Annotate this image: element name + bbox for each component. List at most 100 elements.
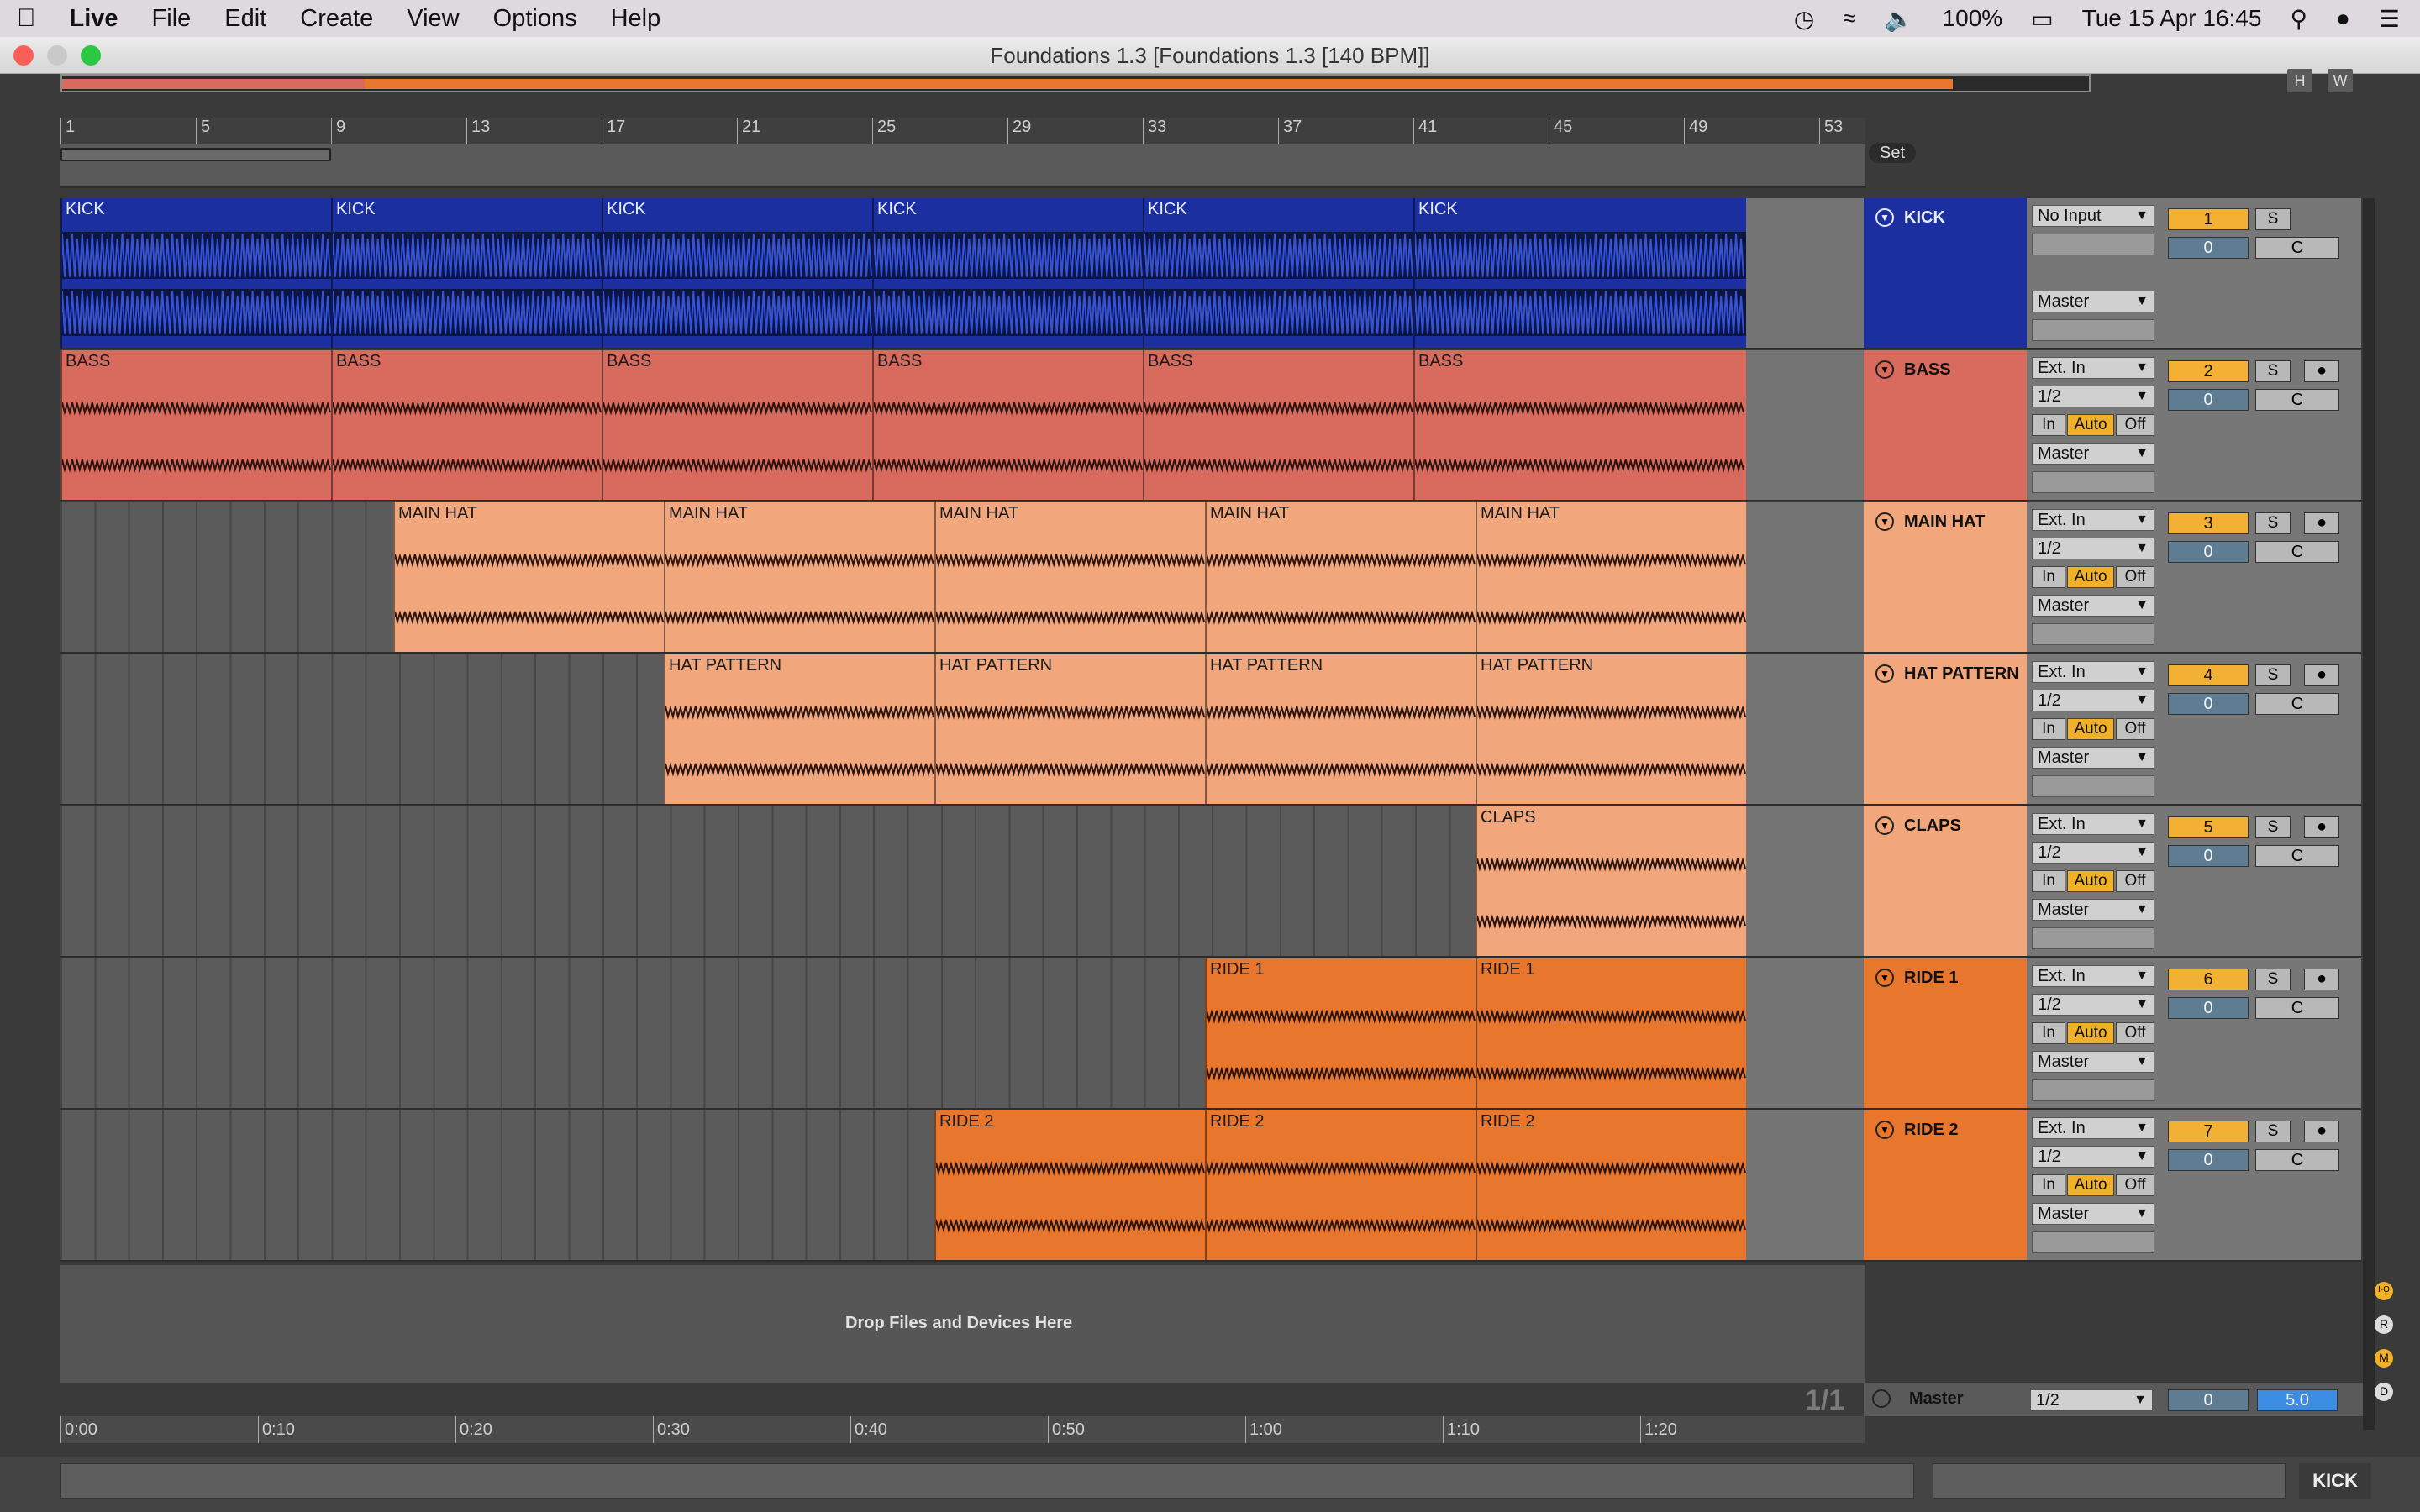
- audio-clip[interactable]: BASS: [1413, 350, 1746, 500]
- monitor-auto-button[interactable]: Auto: [2067, 414, 2114, 436]
- volume-icon[interactable]: 🔈: [1885, 5, 1914, 33]
- input-type-select[interactable]: Ext. In ▼: [2032, 1117, 2154, 1139]
- mixer-toggle-button[interactable]: M: [2375, 1349, 2393, 1368]
- input-channel-select[interactable]: 1/2 ▼: [2032, 842, 2154, 864]
- output-channel-select[interactable]: [2032, 927, 2154, 949]
- solo-button[interactable]: S: [2255, 512, 2291, 534]
- h-button[interactable]: H: [2287, 69, 2312, 92]
- output-select[interactable]: Master ▼: [2032, 1051, 2154, 1073]
- audio-clip[interactable]: MAIN HAT: [1205, 502, 1476, 652]
- monitor-off-button[interactable]: Off: [2116, 414, 2154, 436]
- track-header[interactable]: ▼ RIDE 1: [1864, 958, 2027, 1110]
- record-arm-icon[interactable]: ●: [2304, 360, 2339, 382]
- output-channel-select[interactable]: [2032, 1079, 2154, 1101]
- track-lane[interactable]: RIDE 1 RIDE 1: [60, 958, 1926, 1110]
- pan-field[interactable]: C: [2255, 541, 2339, 563]
- track-header[interactable]: ▼ RIDE 2: [1864, 1110, 2027, 1262]
- returns-toggle-button[interactable]: R: [2375, 1315, 2393, 1334]
- input-channel-select[interactable]: [2032, 234, 2154, 255]
- track-name[interactable]: KICK: [1904, 208, 1945, 228]
- record-arm-icon[interactable]: ●: [2304, 664, 2339, 686]
- track-activator-button[interactable]: 4: [2168, 664, 2249, 686]
- track-name[interactable]: HAT PATTERN: [1904, 664, 2019, 684]
- pan-field[interactable]: C: [2255, 1149, 2339, 1171]
- audio-clip[interactable]: KICK: [602, 198, 872, 348]
- monitor-in-button[interactable]: In: [2032, 1174, 2065, 1196]
- solo-button[interactable]: S: [2255, 664, 2291, 686]
- fold-icon[interactable]: ▼: [1876, 512, 1894, 531]
- track-activator-button[interactable]: 5: [2168, 816, 2249, 838]
- time-machine-icon[interactable]: ◷: [1794, 5, 1814, 33]
- audio-clip[interactable]: RIDE 1: [1205, 958, 1476, 1108]
- set-button[interactable]: Set: [1869, 143, 1916, 163]
- audio-clip[interactable]: MAIN HAT: [664, 502, 934, 652]
- output-select[interactable]: Master ▼: [2032, 595, 2154, 617]
- monitor-in-button[interactable]: In: [2032, 870, 2065, 892]
- output-select[interactable]: Master ▼: [2032, 899, 2154, 921]
- volume-field[interactable]: 0: [2168, 845, 2249, 867]
- track-header[interactable]: ▼ HAT PATTERN: [1864, 654, 2027, 806]
- record-arm-icon[interactable]: ●: [2304, 816, 2339, 838]
- monitor-off-button[interactable]: Off: [2116, 1174, 2154, 1196]
- master-cue-volume[interactable]: 5.0: [2257, 1389, 2338, 1411]
- audio-clip[interactable]: HAT PATTERN: [1205, 654, 1476, 804]
- audio-clip[interactable]: HAT PATTERN: [664, 654, 934, 804]
- input-type-select[interactable]: Ext. In ▼: [2032, 661, 2154, 683]
- volume-field[interactable]: 0: [2168, 1149, 2249, 1171]
- track-activator-button[interactable]: 1: [2168, 208, 2249, 230]
- monitor-off-button[interactable]: Off: [2116, 566, 2154, 588]
- clock[interactable]: Tue 15 Apr 16:45: [2082, 5, 2262, 32]
- fold-icon[interactable]: ▼: [1876, 360, 1894, 379]
- output-channel-select[interactable]: [2032, 1231, 2154, 1253]
- track-lane[interactable]: RIDE 2 RIDE 2 RIDE 2: [60, 1110, 1926, 1262]
- menu-help[interactable]: Help: [594, 5, 678, 33]
- input-type-select[interactable]: Ext. In ▼: [2032, 509, 2154, 531]
- output-channel-select[interactable]: [2032, 319, 2154, 341]
- track-lane[interactable]: MAIN HAT MAIN HAT MAIN HAT MAIN HAT MAIN HAT: [60, 502, 1926, 654]
- audio-clip[interactable]: BASS: [602, 350, 872, 500]
- apple-icon[interactable]: : [0, 4, 53, 33]
- battery-label[interactable]: 100%: [1943, 5, 2003, 32]
- fold-icon[interactable]: ▼: [1876, 664, 1894, 683]
- fold-icon[interactable]: ▼: [1876, 969, 1894, 987]
- record-arm-icon[interactable]: ●: [2304, 512, 2339, 534]
- audio-clip[interactable]: RIDE 1: [1476, 958, 1746, 1108]
- output-select[interactable]: Master ▼: [2032, 291, 2154, 312]
- track-header[interactable]: ▼ MAIN HAT: [1864, 502, 2027, 654]
- monitor-auto-button[interactable]: Auto: [2067, 1174, 2114, 1196]
- notification-center-icon[interactable]: ☰: [2379, 5, 2400, 33]
- audio-clip[interactable]: MAIN HAT: [934, 502, 1205, 652]
- monitor-in-button[interactable]: In: [2032, 414, 2065, 436]
- master-volume[interactable]: 0: [2168, 1389, 2249, 1411]
- minimize-button[interactable]: [47, 45, 67, 66]
- solo-button[interactable]: S: [2255, 208, 2291, 230]
- input-type-select[interactable]: No Input ▼: [2032, 205, 2154, 227]
- output-select[interactable]: Master ▼: [2032, 1203, 2154, 1225]
- search-icon[interactable]: ⚲: [2290, 5, 2307, 33]
- master-channel-select[interactable]: 1/2 ▼: [2030, 1389, 2153, 1411]
- track-activator-button[interactable]: 6: [2168, 969, 2249, 990]
- output-select[interactable]: Master ▼: [2032, 747, 2154, 769]
- solo-button[interactable]: S: [2255, 816, 2291, 838]
- output-channel-select[interactable]: [2032, 775, 2154, 797]
- close-button[interactable]: [13, 45, 34, 66]
- monitor-in-button[interactable]: In: [2032, 566, 2065, 588]
- track-header[interactable]: ▼ CLAPS: [1864, 806, 2027, 958]
- monitor-auto-button[interactable]: Auto: [2067, 1022, 2114, 1044]
- audio-clip[interactable]: HAT PATTERN: [934, 654, 1205, 804]
- menu-file[interactable]: File: [135, 5, 208, 33]
- zoom-button[interactable]: [81, 45, 101, 66]
- track-name[interactable]: CLAPS: [1904, 816, 1961, 836]
- monitor-in-button[interactable]: In: [2032, 1022, 2065, 1044]
- input-channel-select[interactable]: 1/2 ▼: [2032, 538, 2154, 559]
- menu-options[interactable]: Options: [476, 5, 594, 33]
- audio-clip[interactable]: KICK: [60, 198, 331, 348]
- input-type-select[interactable]: Ext. In ▼: [2032, 965, 2154, 987]
- track-activator-button[interactable]: 7: [2168, 1121, 2249, 1142]
- output-channel-select[interactable]: [2032, 623, 2154, 645]
- audio-clip[interactable]: KICK: [331, 198, 602, 348]
- volume-field[interactable]: 0: [2168, 541, 2249, 563]
- menu-edit[interactable]: Edit: [208, 5, 283, 33]
- delay-toggle-button[interactable]: D: [2375, 1383, 2393, 1401]
- audio-clip[interactable]: KICK: [872, 198, 1143, 348]
